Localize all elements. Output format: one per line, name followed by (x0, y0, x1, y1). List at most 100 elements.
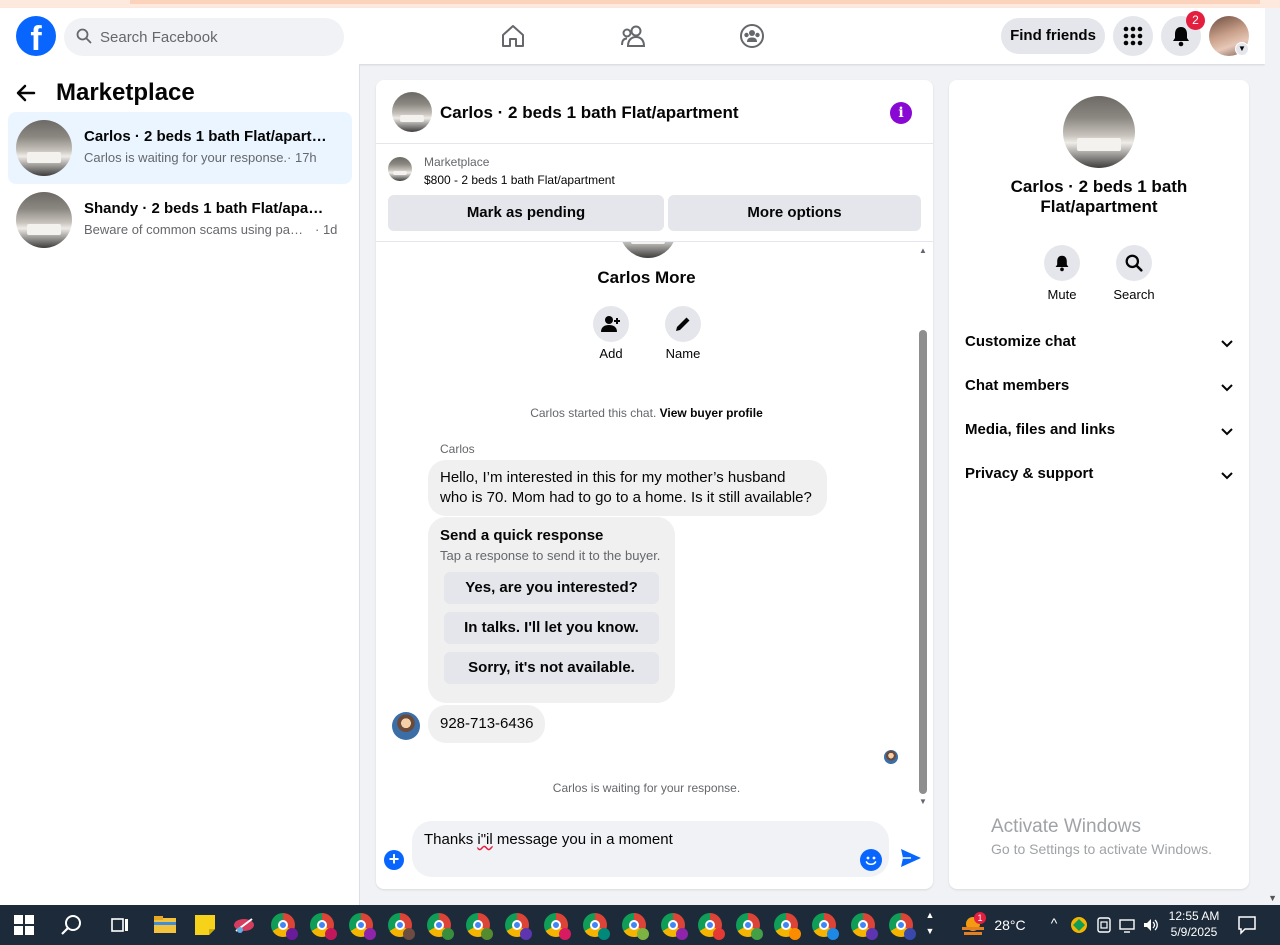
system-clock[interactable]: 12:55 AM 5/9/2025 (1166, 908, 1222, 940)
mark-as-pending-button[interactable]: Mark as pending (388, 195, 664, 231)
message-list[interactable]: Carlos More Add Name Carlos started this… (376, 242, 933, 807)
waiting-notice: Carlos is waiting for your response. (552, 781, 741, 795)
scroll-up-arrow[interactable]: ▲ (919, 246, 927, 255)
quick-response-card: Send a quick response Tap a response to … (428, 517, 675, 703)
chevron-down-icon (1221, 467, 1233, 484)
emoji-icon[interactable] (860, 849, 882, 871)
windows-start-icon[interactable] (14, 915, 34, 935)
chrome-profile-icon[interactable] (271, 913, 298, 940)
quick-response-option[interactable]: Yes, are you interested? (444, 572, 659, 604)
conversation-item[interactable]: Carlos · 2 beds 1 bath Flat/apartment Ca… (8, 112, 352, 184)
plus-icon[interactable]: + (384, 850, 404, 870)
notification-badge: 2 (1186, 11, 1205, 30)
volume-icon[interactable] (1142, 916, 1160, 934)
contact-avatar (619, 242, 677, 258)
search-in-chat-button[interactable]: Search (1104, 245, 1164, 302)
chrome-profile-icon[interactable] (388, 913, 415, 940)
snipping-tool-icon[interactable] (232, 913, 256, 937)
listing-thumbnail[interactable] (392, 92, 432, 132)
conversation-preview: Beware of common scams using payment app… (84, 222, 338, 237)
contact-name: Carlos More (597, 268, 696, 287)
chevron-down-icon[interactable]: ▼ (1235, 42, 1249, 56)
home-icon[interactable] (497, 20, 529, 52)
chrome-profile-icon[interactable] (466, 913, 493, 940)
listing-thumbnail[interactable] (388, 157, 412, 181)
notification-center-icon[interactable] (1237, 915, 1257, 935)
message-scrollbar[interactable]: ▲ ▼ (917, 246, 929, 806)
chrome-profile-icon[interactable] (544, 913, 571, 940)
back-arrow-icon[interactable] (16, 78, 48, 108)
add-person-icon (593, 306, 629, 342)
conversation-item[interactable]: Shandy · 2 beds 1 bath Flat/apartment Be… (8, 184, 352, 256)
name-button[interactable]: Name (653, 306, 713, 361)
search-box[interactable] (64, 18, 344, 56)
weather-temperature[interactable]: 28°C (992, 917, 1028, 933)
chrome-profile-icon[interactable] (812, 913, 839, 940)
chevron-up-icon[interactable]: ^ (1046, 915, 1062, 931)
chrome-profile-icon[interactable] (698, 913, 725, 940)
find-friends-button[interactable]: Find friends (1001, 18, 1105, 54)
file-explorer-icon[interactable] (153, 913, 177, 937)
device-icon[interactable] (1095, 916, 1113, 934)
chrome-profile-icon[interactable] (889, 913, 916, 940)
scroll-down-arrow[interactable]: ▼ (919, 797, 927, 806)
chat-title[interactable]: Carlos · 2 beds 1 bath Flat/apartment (440, 103, 739, 123)
search-input[interactable] (100, 18, 330, 56)
listing-thumbnail (16, 192, 72, 248)
view-buyer-profile-link[interactable]: View buyer profile (660, 406, 763, 420)
listing-price[interactable]: $800 - 2 beds 1 bath Flat/apartment (424, 173, 615, 187)
message-input[interactable]: Thanks i"il message you in a moment (412, 821, 889, 877)
activate-windows-watermark: Activate Windows Go to Settings to activ… (991, 816, 1212, 857)
message-input-text[interactable]: Thanks i"il message you in a moment (424, 831, 673, 848)
chrome-profile-icon[interactable] (622, 913, 649, 940)
pencil-icon (665, 306, 701, 342)
send-icon[interactable] (900, 848, 922, 873)
seen-receipt-avatar (884, 750, 898, 764)
quick-response-option[interactable]: Sorry, it's not available. (444, 652, 659, 684)
more-options-button[interactable]: More options (668, 195, 921, 231)
page-title: Marketplace (56, 79, 195, 106)
chrome-profile-icon[interactable] (736, 913, 763, 940)
listing-thumbnail (16, 120, 72, 176)
chat-members-section[interactable]: Chat members (965, 377, 1233, 401)
search-icon[interactable] (60, 913, 84, 937)
chrome-profile-icon[interactable] (505, 913, 532, 940)
groups-icon[interactable] (736, 20, 768, 52)
chrome-profile-icon[interactable] (583, 913, 610, 940)
bell-icon (1044, 245, 1080, 281)
chrome-profile-icon[interactable] (851, 913, 878, 940)
privacy-support-section[interactable]: Privacy & support (965, 465, 1233, 489)
chrome-profile-icon[interactable] (349, 913, 376, 940)
scrollbar-thumb[interactable] (919, 330, 927, 794)
friends-icon[interactable] (617, 20, 649, 52)
quick-response-subtitle: Tap a response to send it to the buyer. (440, 548, 661, 563)
scroll-down-arrow[interactable]: ▼ (1268, 893, 1277, 903)
chevron-down-icon (1221, 423, 1233, 440)
listing-image[interactable] (1063, 96, 1135, 168)
conversation-details-panel: Carlos · 2 beds 1 bath Flat/apartment Mu… (949, 80, 1249, 889)
chevron-down-icon (1221, 335, 1233, 352)
task-view-icon[interactable] (108, 913, 132, 937)
chrome-profile-icon[interactable] (774, 913, 801, 940)
mute-button[interactable]: Mute (1032, 245, 1092, 302)
menu-grid-icon[interactable] (1113, 16, 1153, 56)
sender-name: Carlos (440, 442, 475, 456)
app-tray-icon[interactable] (1070, 916, 1088, 934)
network-icon[interactable] (1118, 916, 1136, 934)
facebook-logo[interactable]: f (16, 16, 56, 56)
chrome-profile-icon[interactable] (427, 913, 454, 940)
chrome-profile-icon[interactable] (661, 913, 688, 940)
taskbar-scroll-arrows[interactable]: ▲ ▼ (924, 907, 936, 939)
info-icon[interactable]: i (890, 102, 912, 124)
sticky-notes-icon[interactable] (193, 913, 217, 937)
add-people-button[interactable]: Add (581, 306, 641, 361)
message-bubble[interactable]: 928-713-6436 (428, 705, 546, 743)
search-icon (76, 28, 92, 49)
media-files-links-section[interactable]: Media, files and links (965, 421, 1233, 445)
message-bubble[interactable]: Hello, I’m interested in this for my mot… (428, 460, 827, 516)
page-scrollbar[interactable]: ▼ (1265, 8, 1280, 905)
quick-response-option[interactable]: In talks. I'll let you know. (444, 612, 659, 644)
chrome-profile-icon[interactable] (310, 913, 337, 940)
sender-avatar[interactable] (392, 712, 420, 740)
customize-chat-section[interactable]: Customize chat (965, 333, 1233, 357)
